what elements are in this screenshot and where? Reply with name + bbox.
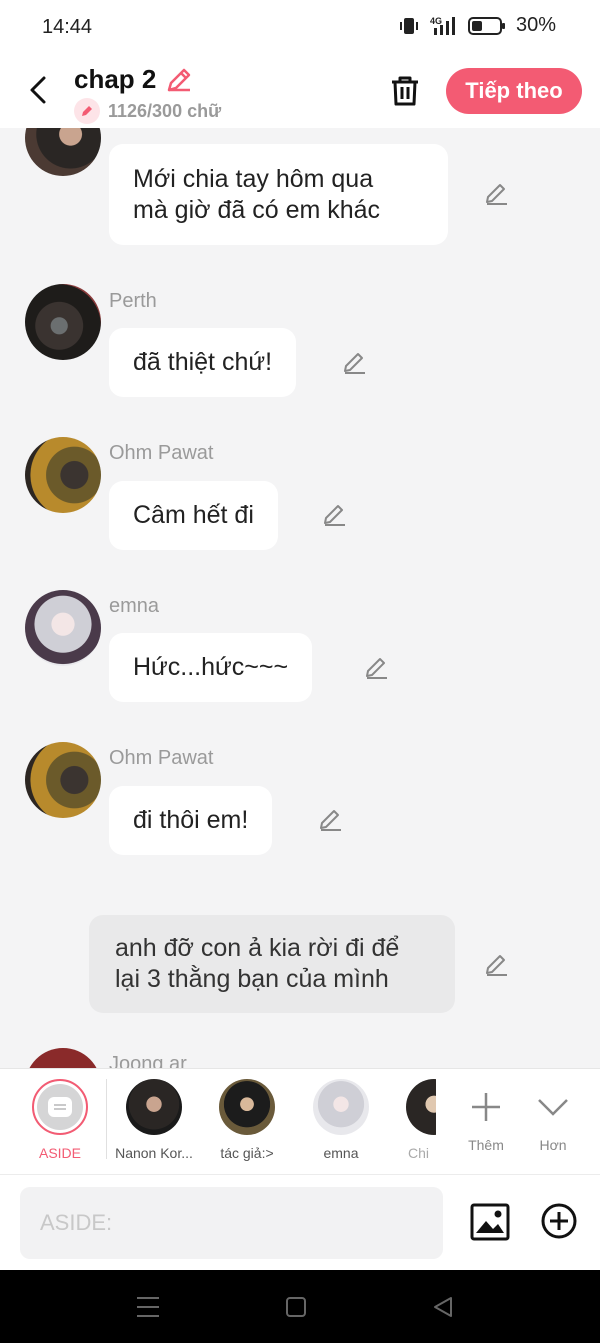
- tray-divider: [106, 1079, 107, 1159]
- next-button[interactable]: Tiếp theo: [446, 68, 582, 114]
- tray-item-aside[interactable]: ASIDE: [20, 1079, 100, 1161]
- character-name: Ohm Pawat: [109, 747, 214, 769]
- aside-bubble[interactable]: anh đỡ con ả kia rời đi để lại 3 thằng b…: [89, 915, 455, 1013]
- header: chap 2 1126/300 chữ Tiếp theo: [0, 56, 600, 128]
- edit-message-icon[interactable]: [317, 806, 345, 834]
- tray-item-label: Hơn: [539, 1137, 567, 1153]
- word-count: 1126/300 chữ: [74, 98, 221, 124]
- battery-icon: [467, 16, 505, 35]
- character-name: Ohm Pawat: [109, 442, 214, 464]
- svg-text:4G: 4G: [430, 16, 442, 26]
- message-bubble[interactable]: đi thôi em!: [109, 786, 273, 855]
- status-icons: 4G 30%: [398, 14, 556, 37]
- chevron-left-icon: [30, 76, 46, 104]
- menu-icon[interactable]: [136, 1296, 160, 1318]
- tray-item-character[interactable]: Nanon Kor...: [114, 1079, 194, 1161]
- battery-percent: 30%: [515, 14, 556, 36]
- tray-item-label: tác giả:>: [220, 1145, 274, 1161]
- tray-item-label: ASIDE: [38, 1145, 81, 1161]
- aside-icon: [32, 1079, 88, 1135]
- edit-message-icon[interactable]: [341, 349, 369, 377]
- insert-image-button[interactable]: [470, 1203, 510, 1246]
- avatar[interactable]: [25, 128, 101, 176]
- word-count-text: 1126/300 chữ: [108, 100, 222, 121]
- edit-message-icon[interactable]: [483, 951, 511, 979]
- chat-area: Mới chia tay hôm qua mà giờ đã có em khá…: [0, 128, 600, 1068]
- avatar: [126, 1079, 182, 1135]
- tray-item-character[interactable]: tác giả:>: [207, 1079, 287, 1161]
- message-bubble[interactable]: Hức...hức~~~: [109, 633, 313, 702]
- message-bubble[interactable]: đã thiệt chứ!: [109, 328, 297, 397]
- avatar: [313, 1079, 369, 1135]
- back-icon[interactable]: [432, 1296, 454, 1318]
- status-time: 14:44: [42, 16, 93, 38]
- edit-title-icon[interactable]: [164, 65, 194, 95]
- character-name: Joong ar: [109, 1053, 187, 1068]
- back-button[interactable]: [20, 72, 56, 108]
- avatar: [406, 1079, 436, 1135]
- plus-circle-icon: [541, 1203, 577, 1239]
- tray-item-character[interactable]: emna: [301, 1079, 381, 1161]
- tray-item-character[interactable]: Chi: [396, 1079, 436, 1161]
- edit-message-icon[interactable]: [483, 180, 511, 208]
- composer: ASIDE:: [0, 1174, 600, 1270]
- avatar[interactable]: [25, 284, 101, 360]
- status-bar: 14:44 4G 30%: [0, 0, 600, 56]
- avatar[interactable]: [25, 742, 101, 818]
- tray-item-more[interactable]: Hơn: [513, 1079, 593, 1153]
- character-tray: ASIDE Nanon Kor... tác giả:> emna Chi Th…: [0, 1068, 600, 1174]
- system-nav-bar: [0, 1270, 600, 1343]
- plus-icon: [472, 1093, 500, 1121]
- tray-item-label: emna: [323, 1145, 359, 1161]
- tray-item-label: Chi: [408, 1145, 430, 1161]
- character-name: emna: [109, 595, 160, 617]
- home-icon[interactable]: [285, 1296, 307, 1318]
- chapter-title-text: chap 2: [74, 64, 157, 94]
- avatar[interactable]: [25, 437, 101, 513]
- message-bubble[interactable]: Mới chia tay hôm qua mà giờ đã có em khá…: [109, 144, 448, 245]
- message-bubble[interactable]: Câm hết đi: [109, 481, 278, 550]
- chapter-title[interactable]: chap 2: [74, 64, 194, 95]
- character-name: Perth: [109, 290, 157, 312]
- avatar[interactable]: [25, 1048, 101, 1068]
- edit-message-icon[interactable]: [363, 654, 391, 682]
- tray-item-label: Nanon Kor...: [115, 1145, 193, 1161]
- message-input[interactable]: ASIDE:: [20, 1187, 443, 1259]
- image-icon: [470, 1203, 510, 1241]
- signal-4g-icon: 4G: [430, 16, 455, 35]
- more-options-button[interactable]: [541, 1203, 577, 1244]
- pencil-icon: [74, 98, 100, 124]
- edit-message-icon[interactable]: [321, 501, 349, 529]
- vibrate-icon: [399, 17, 418, 34]
- chevron-down-icon: [538, 1099, 568, 1116]
- avatar[interactable]: [25, 590, 101, 666]
- delete-button[interactable]: [386, 72, 424, 110]
- trash-icon: [392, 76, 418, 106]
- avatar: [219, 1079, 275, 1135]
